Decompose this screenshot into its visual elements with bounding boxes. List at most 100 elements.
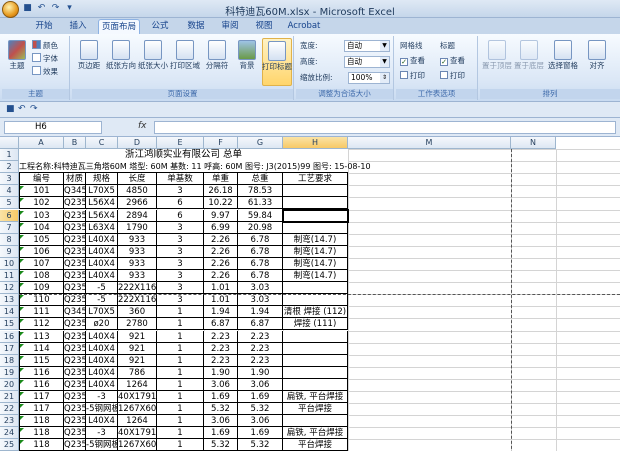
row-header-22[interactable]: 22	[0, 403, 19, 416]
table-cell[interactable]: 1267X600	[118, 439, 162, 451]
table-cell[interactable]: 3.06	[238, 378, 283, 391]
table-cell[interactable]: 105	[19, 233, 64, 246]
row-header-25[interactable]: 25	[0, 439, 19, 451]
table-cell[interactable]: Q235	[64, 403, 87, 416]
table-cell[interactable]: 1.94	[204, 306, 238, 319]
name-box[interactable]: H6	[4, 121, 102, 134]
height-select[interactable]: 自动 ▼	[344, 56, 390, 68]
table-cell[interactable]: 6	[157, 209, 204, 222]
table-cell[interactable]: 222X116	[118, 294, 157, 307]
table-cell[interactable]: 103	[19, 209, 64, 222]
tab-data[interactable]: 数据	[182, 19, 210, 34]
table-cell[interactable]: 109	[19, 282, 64, 295]
merged-title-cell[interactable]: 浙江鸿顺实业有限公司 总单	[19, 149, 348, 161]
table-cell[interactable]: 焊接 (111)	[283, 318, 348, 331]
table-cell[interactable]	[283, 294, 348, 307]
table-cell[interactable]: 1	[157, 342, 204, 355]
table-cell[interactable]	[283, 221, 348, 234]
margins-button[interactable]: 页边距	[76, 38, 102, 86]
table-cell[interactable]	[283, 378, 348, 391]
bring-front-button[interactable]: 置于顶层	[482, 38, 512, 86]
row-header-4[interactable]: 4	[0, 185, 19, 198]
table-cell[interactable]: 117	[19, 403, 64, 416]
table-cell[interactable]: 6.87	[204, 318, 238, 331]
merged-title-cell[interactable]: 工程名称:科特迪瓦三角塔60M 塔型: 60M 基数: 11 呼高: 60M 图…	[19, 161, 371, 174]
column-header-n[interactable]: N	[511, 137, 556, 149]
table-cell[interactable]: Q235	[64, 427, 87, 440]
table-cell[interactable]: 平台焊接	[283, 439, 348, 451]
table-cell[interactable]: 104	[19, 221, 64, 234]
table-cell[interactable]: 6.78	[238, 233, 283, 246]
table-cell[interactable]: 1790	[118, 221, 157, 234]
theme-fonts-button[interactable]: 字体	[32, 53, 58, 65]
table-cell[interactable]	[283, 282, 348, 295]
table-cell[interactable]: Q235	[64, 245, 87, 258]
table-cell[interactable]: Q235	[64, 197, 87, 210]
align-button[interactable]: 对齐	[584, 38, 610, 86]
table-cell[interactable]: 制弯(14.7)	[283, 245, 348, 258]
table-cell[interactable]: 总重	[238, 173, 283, 186]
table-cell[interactable]: 108	[19, 270, 64, 283]
table-cell[interactable]: Q235	[64, 282, 87, 295]
table-cell[interactable]: Q235	[64, 354, 87, 367]
table-cell[interactable]: 4850	[118, 185, 157, 198]
table-cell[interactable]: 110	[19, 294, 64, 307]
table-cell[interactable]: ø20	[86, 318, 118, 331]
print-titles-button[interactable]: 打印标题	[262, 38, 292, 86]
table-cell[interactable]: 1.01	[204, 282, 238, 295]
table-cell[interactable]: 3.03	[238, 294, 283, 307]
row-header-10[interactable]: 10	[0, 257, 19, 270]
table-cell[interactable]: 编号	[19, 173, 64, 186]
table-cell[interactable]: 26.18	[204, 185, 238, 198]
table-cell[interactable]: 118	[19, 439, 64, 451]
table-cell[interactable]: 制弯(14.7)	[283, 257, 348, 270]
table-cell[interactable]: 1.94	[238, 306, 283, 319]
table-cell[interactable]: 3.06	[204, 415, 238, 428]
table-cell[interactable]	[283, 185, 348, 198]
column-header-b[interactable]: B	[64, 137, 86, 149]
table-cell[interactable]: L56X4	[86, 209, 118, 222]
table-cell[interactable]: 6.78	[238, 270, 283, 283]
table-cell[interactable]: 3.03	[238, 282, 283, 295]
row-header-13[interactable]: 13	[0, 294, 19, 307]
theme-effects-button[interactable]: 效果	[32, 66, 58, 78]
orientation-button[interactable]: 纸张方向	[106, 38, 136, 86]
table-cell[interactable]: L70X5	[86, 185, 118, 198]
table-cell[interactable]	[283, 330, 348, 343]
table-cell[interactable]: Q235	[64, 366, 87, 379]
table-cell[interactable]: 1.69	[238, 391, 283, 404]
table-cell[interactable]: Q235	[64, 391, 87, 404]
table-cell[interactable]	[283, 354, 348, 367]
print-area-button[interactable]: 打印区域	[170, 38, 200, 86]
table-cell[interactable]: 1264	[118, 378, 157, 391]
row-header-19[interactable]: 19	[0, 366, 19, 379]
table-cell[interactable]: 1267X600	[118, 403, 162, 416]
table-cell[interactable]: L40X4	[86, 233, 118, 246]
table-cell[interactable]: Q235	[64, 342, 87, 355]
table-cell[interactable]: 1	[157, 330, 204, 343]
row-header-24[interactable]: 24	[0, 427, 19, 440]
breaks-button[interactable]: 分隔符	[204, 38, 230, 86]
table-cell[interactable]: -5	[86, 282, 118, 295]
undo-icon[interactable]: ↶	[18, 104, 26, 114]
table-cell[interactable]: 101	[19, 185, 64, 198]
table-cell[interactable]: 材质	[64, 173, 86, 186]
row-header-8[interactable]: 8	[0, 233, 19, 246]
size-button[interactable]: 纸张大小	[138, 38, 168, 86]
table-cell[interactable]: 2.26	[204, 257, 238, 270]
table-cell[interactable]: 1.69	[204, 427, 238, 440]
row-header-11[interactable]: 11	[0, 270, 19, 283]
table-cell[interactable]: 1	[157, 306, 204, 319]
table-cell[interactable]: 1	[157, 415, 204, 428]
tab-acrobat[interactable]: Acrobat	[284, 19, 324, 34]
row-header-12[interactable]: 12	[0, 282, 19, 295]
row-header-5[interactable]: 5	[0, 197, 19, 210]
table-cell[interactable]: 360	[118, 306, 157, 319]
table-cell[interactable]: 1	[157, 391, 204, 404]
spreadsheet-grid[interactable]: A B C D E F G H M N 1 浙江鸿顺实业有限公司 总单 2 工程名称:科特迪瓦三角塔60M…	[0, 137, 620, 451]
column-header-e[interactable]: E	[157, 137, 204, 149]
table-cell[interactable]: 117	[19, 391, 64, 404]
table-cell[interactable]: -3	[86, 427, 118, 440]
table-cell[interactable]: 114	[19, 342, 64, 355]
tab-home[interactable]: 开始	[30, 19, 58, 34]
